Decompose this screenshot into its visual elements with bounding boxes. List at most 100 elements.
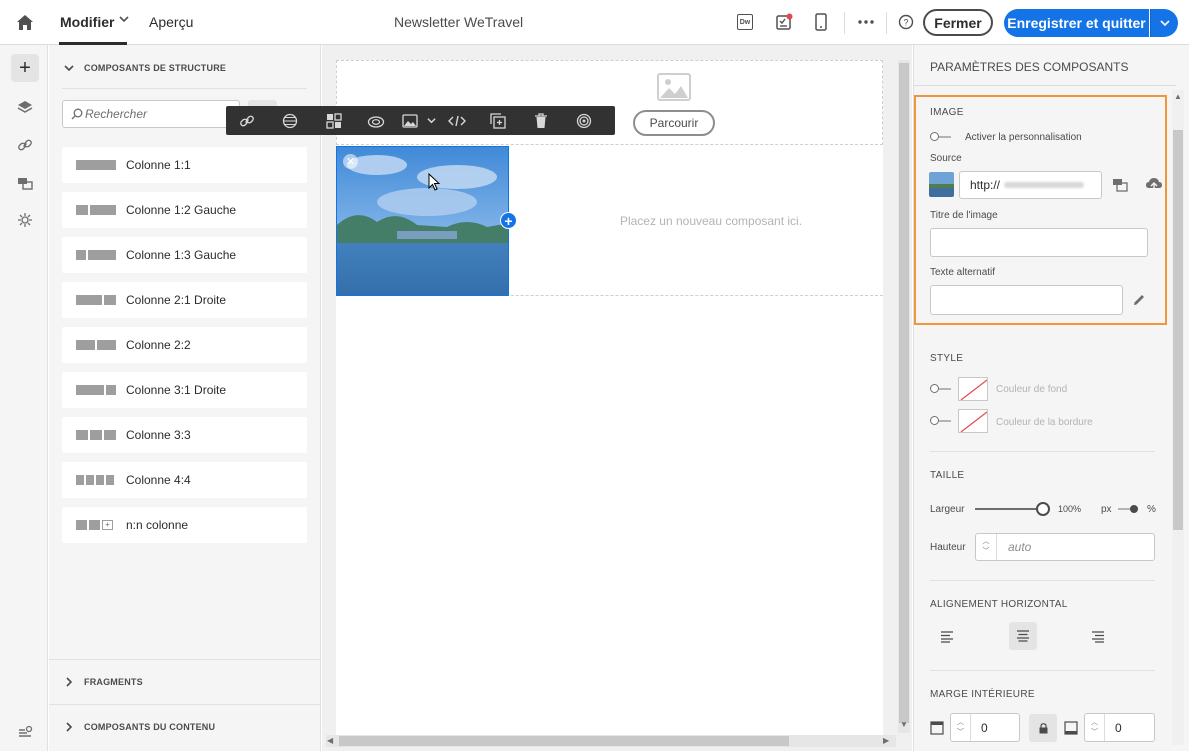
list-item[interactable]: Colonne 3:1 Droite — [62, 372, 307, 408]
scrollbar-thumb[interactable] — [899, 63, 909, 723]
settings-stack-icon[interactable] — [11, 717, 39, 745]
list-item[interactable]: Colonne 1:3 Gauche — [62, 237, 307, 273]
add-icon[interactable]: + — [11, 54, 39, 82]
list-item[interactable]: Colonne 3:3 — [62, 417, 307, 453]
save-options-button[interactable] — [1150, 9, 1178, 37]
list-item[interactable]: Colonne 2:2 — [62, 327, 307, 363]
chevron-down-icon[interactable] — [424, 116, 438, 125]
list-item-label: Colonne 3:1 Droite — [126, 383, 227, 397]
dreamweaver-icon[interactable]: Dw — [734, 11, 756, 33]
image-title-input[interactable] — [930, 228, 1148, 257]
properties-scrollbar[interactable] — [1172, 90, 1184, 745]
bg-color-swatch[interactable] — [958, 377, 988, 401]
link-icon[interactable] — [11, 131, 39, 159]
image-icon[interactable] — [396, 113, 424, 128]
padding-top-input[interactable]: ︿ ﹀ 0 — [950, 713, 1020, 742]
list-item[interactable]: Colonne 4:4 — [62, 462, 307, 498]
drop-zone[interactable]: Placez un nouveau composant ici. — [508, 146, 883, 296]
fragments-section-toggle[interactable]: FRAGMENTS — [64, 677, 143, 687]
unit-px-label[interactable]: px — [1101, 504, 1112, 515]
height-stepper[interactable]: ︿ ﹀ — [976, 534, 997, 560]
scrollbar-thumb[interactable] — [339, 736, 789, 746]
unit-switch-knob[interactable] — [1130, 505, 1138, 513]
scroll-down-icon[interactable]: ▼ — [900, 720, 908, 729]
personalization-icon[interactable] — [11, 206, 39, 234]
duplicate-icon[interactable] — [476, 112, 520, 129]
mobile-preview-icon[interactable] — [810, 11, 832, 33]
personalization-label: Activer la personnalisation — [965, 132, 1082, 143]
add-column-icon[interactable]: + — [500, 212, 517, 229]
bg-color-toggle[interactable] — [930, 384, 952, 394]
target-icon[interactable] — [562, 113, 606, 129]
assets-icon[interactable] — [11, 169, 39, 197]
home-icon[interactable] — [14, 11, 36, 33]
list-item[interactable]: Colonne 1:1 — [62, 147, 307, 183]
globe-icon[interactable] — [268, 113, 312, 129]
horizontal-scrollbar[interactable] — [326, 735, 896, 747]
scroll-right-icon[interactable]: ▶ — [883, 736, 889, 745]
border-color-toggle[interactable] — [930, 416, 952, 426]
align-left-icon[interactable] — [940, 630, 954, 648]
column-glyph-icon — [76, 250, 116, 260]
chevron-down-icon[interactable] — [119, 13, 129, 27]
creative-cloud-icon[interactable] — [356, 114, 396, 128]
help-icon[interactable]: ? — [895, 11, 917, 33]
structure-section-toggle[interactable]: COMPOSANTS DE STRUCTURE — [64, 63, 226, 73]
link-icon[interactable] — [226, 113, 268, 129]
padding-bottom-icon — [1064, 721, 1078, 740]
fragments-section[interactable]: FRAGMENTS — [49, 659, 321, 704]
properties-title: PARAMÈTRES DES COMPOSANTS — [930, 60, 1129, 74]
code-icon[interactable] — [438, 115, 476, 127]
scroll-up-icon[interactable]: ▲ — [1174, 92, 1182, 101]
lock-icon[interactable] — [1029, 714, 1057, 742]
remove-icon[interactable]: ✕ — [343, 154, 358, 169]
layout-icon[interactable] — [312, 112, 356, 129]
asset-picker-icon[interactable] — [1112, 178, 1128, 197]
width-slider-handle[interactable] — [1036, 502, 1050, 516]
edit-icon[interactable] — [1132, 293, 1146, 312]
personalization-toggle[interactable] — [930, 132, 952, 142]
border-color-swatch[interactable] — [958, 409, 988, 433]
padding-bottom-stepper[interactable]: ︿ ﹀ — [1085, 714, 1105, 741]
alt-text-input[interactable] — [930, 285, 1123, 315]
search-input[interactable]: Rechercher — [62, 100, 240, 128]
upload-icon[interactable] — [1145, 177, 1163, 196]
scrollbar-thumb[interactable] — [1173, 130, 1183, 530]
list-item[interactable]: Colonne 1:2 Gauche — [62, 192, 307, 228]
more-icon[interactable] — [855, 11, 877, 33]
content-section-title: COMPOSANTS DU CONTENU — [84, 722, 216, 732]
stepper-down-icon[interactable]: ﹀ — [983, 547, 990, 557]
height-input[interactable]: ︿ ﹀ auto — [975, 533, 1155, 561]
close-button[interactable]: Fermer — [923, 9, 993, 36]
tab-edit[interactable]: Modifier — [60, 14, 114, 30]
height-placeholder: auto — [1008, 540, 1032, 554]
list-item[interactable]: Colonne 2:1 Droite — [62, 282, 307, 318]
delete-icon[interactable] — [520, 112, 562, 129]
chevron-down-icon — [64, 65, 74, 72]
layers-icon[interactable] — [11, 93, 39, 121]
width-slider[interactable] — [975, 508, 1045, 510]
selected-image[interactable]: ✕ — [336, 146, 509, 296]
vertical-scrollbar[interactable] — [898, 60, 910, 733]
scroll-left-icon[interactable]: ◀ — [327, 736, 333, 745]
content-section-toggle[interactable]: COMPOSANTS DU CONTENU — [64, 722, 215, 732]
checklist-icon[interactable] — [773, 11, 795, 33]
column-glyph-icon: + — [76, 520, 116, 530]
save-and-quit-button[interactable]: Enregistrer et quitter — [1004, 9, 1149, 37]
style-section-title: STYLE — [930, 353, 964, 364]
list-item-label: Colonne 3:3 — [126, 428, 191, 442]
unit-percent-label[interactable]: % — [1147, 504, 1156, 515]
tab-preview[interactable]: Aperçu — [149, 14, 193, 30]
source-url-value: http:// — [970, 178, 1001, 192]
column-glyph-icon — [76, 475, 116, 485]
stepper-up-icon[interactable]: ︿ — [983, 537, 990, 547]
browse-button[interactable]: Parcourir — [633, 110, 715, 136]
padding-bottom-input[interactable]: ︿ ﹀ 0 — [1084, 713, 1155, 742]
list-item[interactable]: + n:n colonne — [62, 507, 307, 543]
content-components-section[interactable]: COMPOSANTS DU CONTENU — [49, 704, 321, 749]
source-url-input[interactable]: http:// — [959, 171, 1102, 199]
align-center-icon[interactable] — [1009, 622, 1037, 650]
align-right-icon[interactable] — [1091, 630, 1105, 648]
padding-top-stepper[interactable]: ︿ ﹀ — [951, 714, 971, 741]
divider — [930, 670, 1155, 671]
